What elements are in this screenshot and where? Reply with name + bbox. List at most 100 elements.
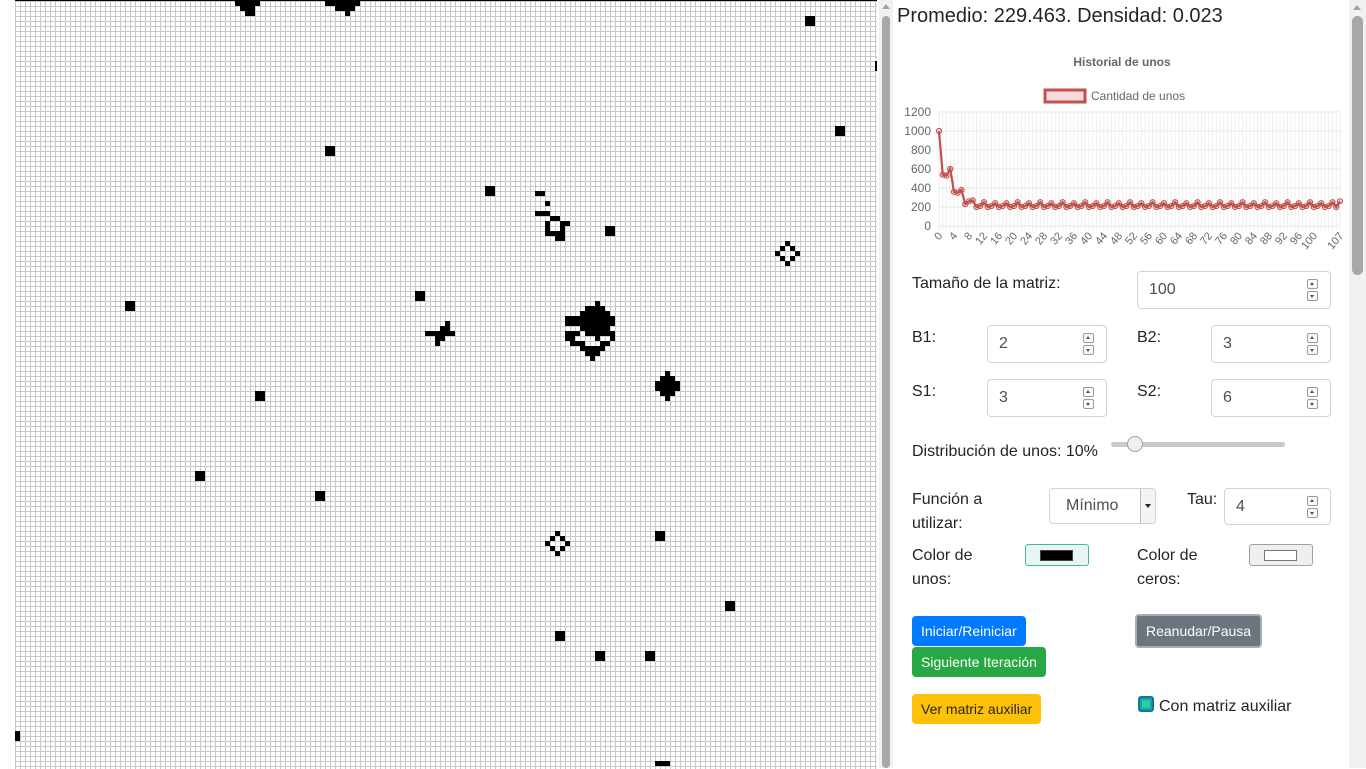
scroll-up-arrow-icon[interactable] [1353,5,1361,10]
live-cell [575,331,580,336]
live-cell [585,351,590,356]
s1-spinner[interactable] [1083,387,1094,409]
b1-input[interactable]: 2 [987,325,1107,363]
live-cell [660,761,665,766]
live-cell [435,336,440,341]
live-cell [350,1,355,6]
live-cell [660,376,665,381]
scroll-up-arrow-icon[interactable] [882,4,890,9]
next-iteration-button[interactable]: Siguiente Iteración [912,647,1046,677]
spinner-up-icon[interactable] [1083,333,1094,343]
live-cell [545,221,550,226]
page-scrollbar[interactable] [1349,0,1366,768]
history-chart: Historial de unos Cantidad de unos 0 200 400… [897,48,1347,258]
live-cell [595,651,600,656]
live-cell [320,491,325,496]
live-cell [535,211,540,216]
live-cell [575,341,580,346]
live-cell [540,211,545,216]
live-cell [550,546,555,551]
live-cell [605,316,610,321]
live-cell [330,151,335,156]
view-aux-matrix-button[interactable]: Ver matriz auxiliar [912,694,1042,724]
tau-input[interactable]: 4 [1224,488,1331,525]
live-cell [550,216,555,221]
s2-spinner[interactable] [1307,387,1318,409]
spinner-down-icon[interactable] [1083,399,1094,409]
spinner-up-icon[interactable] [1307,279,1318,289]
live-cell [655,386,660,391]
series-point [1104,199,1111,206]
size-spinner[interactable] [1307,279,1318,301]
live-cell [585,346,590,351]
live-cell [315,491,320,496]
series-point [1149,199,1156,206]
live-cell [665,381,670,386]
live-cell [600,331,605,336]
b2-label: B2: [1137,329,1162,346]
series-point [1333,203,1340,211]
b1-input-value: 2 [999,335,1008,352]
live-cell [795,251,800,256]
live-cell [440,331,445,336]
spinner-up-icon[interactable] [1307,333,1318,343]
resume-pause-button[interactable]: Reanudar/Pausa [1135,614,1263,648]
start-restart-button[interactable]: Iniciar/Reiniciar [912,616,1026,646]
live-cell [435,341,440,346]
size-input[interactable]: 100 [1137,271,1331,309]
live-cell [610,231,615,236]
live-cell [660,391,665,396]
live-cell [545,226,550,231]
function-select[interactable]: Mínimo [1049,488,1156,524]
grid-scrollbar[interactable] [879,0,893,768]
spinner-down-icon[interactable] [1083,345,1094,355]
automaton-grid[interactable] [15,0,877,769]
b1-spinner[interactable] [1083,333,1094,355]
spinner-down-icon[interactable] [1307,399,1318,409]
live-cell [570,336,575,341]
ones-color-picker[interactable] [1025,544,1089,566]
live-cell [590,311,595,316]
live-cell [605,226,610,231]
zeros-color-picker[interactable] [1249,544,1313,566]
page-scrollbar-thumb[interactable] [1352,16,1363,275]
live-cell [445,331,450,336]
live-cell [605,311,610,316]
live-cell [550,231,555,236]
spinner-down-icon[interactable] [1307,345,1318,355]
live-cell [565,331,570,336]
chevron-down-icon[interactable] [1140,489,1155,523]
grid-scrollbar-thumb[interactable] [882,16,890,768]
spinner-up-icon[interactable] [1307,496,1318,506]
spinner-up-icon[interactable] [1307,387,1318,397]
series-point [947,165,954,173]
live-cell [325,151,330,156]
b2-spinner[interactable] [1307,333,1318,355]
spinner-down-icon[interactable] [1307,291,1318,301]
live-cell [665,371,670,376]
spinner-down-icon[interactable] [1307,508,1318,518]
s1-input[interactable]: 3 [987,379,1107,417]
live-cell [675,386,680,391]
live-cell [260,396,265,401]
series-point [969,197,976,204]
distribution-slider-thumb[interactable] [1126,436,1143,452]
live-cell [320,496,325,501]
live-cell [580,341,585,346]
live-cell [330,146,335,151]
function-label-line2: utilizar: [912,515,963,532]
tau-spinner[interactable] [1307,496,1318,518]
x-tick-label: 100 [1299,230,1320,252]
aux-matrix-checkbox[interactable] [1138,696,1154,712]
spinner-up-icon[interactable] [1083,387,1094,397]
series-point [1082,199,1089,206]
s2-input[interactable]: 6 [1211,379,1331,417]
live-cell [655,381,660,386]
live-cell [875,66,877,71]
live-cell [670,386,675,391]
y-tick-label: 800 [911,143,931,157]
b2-input[interactable]: 3 [1211,325,1331,363]
live-cell [730,606,735,611]
live-cell [650,656,655,661]
live-cell [545,231,550,236]
